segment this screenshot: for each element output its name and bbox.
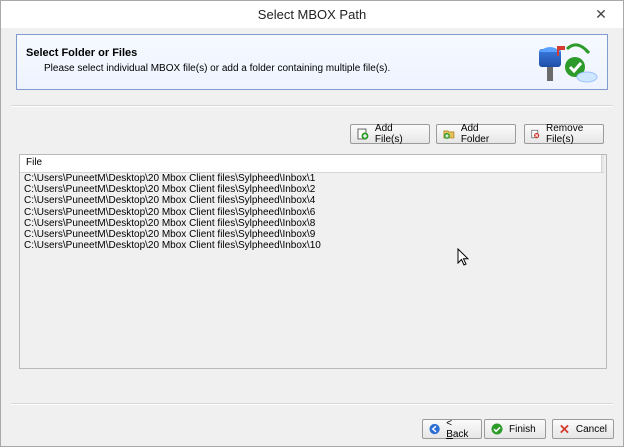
mouse-pointer-icon [457,248,469,266]
file-list-rows: C:\Users\PuneetM\Desktop\20 Mbox Client … [24,173,602,251]
column-divider [601,155,604,172]
file-row[interactable]: C:\Users\PuneetM\Desktop\20 Mbox Client … [24,184,602,195]
back-prefix: < [446,418,453,429]
file-list-header: File [20,155,604,173]
column-file[interactable]: File [26,157,42,168]
add-folder-button[interactable]: Add Folder [436,123,516,145]
add-files-label: Add File(s) [374,123,403,145]
back-button[interactable]: < Back [422,418,482,440]
close-button[interactable]: ✕ [589,4,613,24]
mailbox-art-icon [539,43,598,83]
back-accelerator: B [446,429,453,440]
panel-subtitle: Please select individual MBOX file(s) or… [44,63,391,74]
remove-files-button[interactable]: Remove File(s) [524,123,604,145]
cancel-x-icon [560,424,569,434]
back-label: < Back [446,418,475,440]
add-folder-icon [443,130,455,139]
finish-button[interactable]: Finish [484,419,546,439]
add-file-icon [357,128,369,140]
dialog-window: Select MBOX Path ✕ Select Folder or File… [0,0,624,447]
add-folder-label: Add Folder [460,123,490,145]
window-title: Select MBOX Path [257,7,367,22]
add-files-button[interactable]: Add File(s) [350,123,430,145]
back-label-rest: ack [452,429,469,440]
cancel-label: Cancel [575,423,607,435]
file-list[interactable]: File C:\Users\PuneetM\Desktop\20 Mbox Cl… [19,154,607,369]
remove-files-label: Remove File(s) [546,123,584,145]
file-row[interactable]: C:\Users\PuneetM\Desktop\20 Mbox Client … [24,218,602,229]
panel-title: Select Folder or Files [26,47,138,59]
file-row[interactable]: C:\Users\PuneetM\Desktop\20 Mbox Client … [24,195,602,206]
file-row[interactable]: C:\Users\PuneetM\Desktop\20 Mbox Client … [24,229,602,240]
file-row[interactable]: C:\Users\PuneetM\Desktop\20 Mbox Client … [24,240,602,251]
file-row[interactable]: C:\Users\PuneetM\Desktop\20 Mbox Client … [24,173,602,184]
back-arrow-icon [429,423,440,435]
finish-label: Finish [509,423,536,435]
check-icon [491,423,503,435]
instruction-panel: Select Folder or Files Please select ind… [16,34,608,90]
close-icon: ✕ [595,5,607,22]
remove-icon [531,129,540,139]
title-bar: Select MBOX Path ✕ [1,1,623,28]
separator [11,105,613,107]
file-row[interactable]: C:\Users\PuneetM\Desktop\20 Mbox Client … [24,207,602,218]
separator [11,403,613,405]
cancel-button[interactable]: Cancel [552,419,614,439]
